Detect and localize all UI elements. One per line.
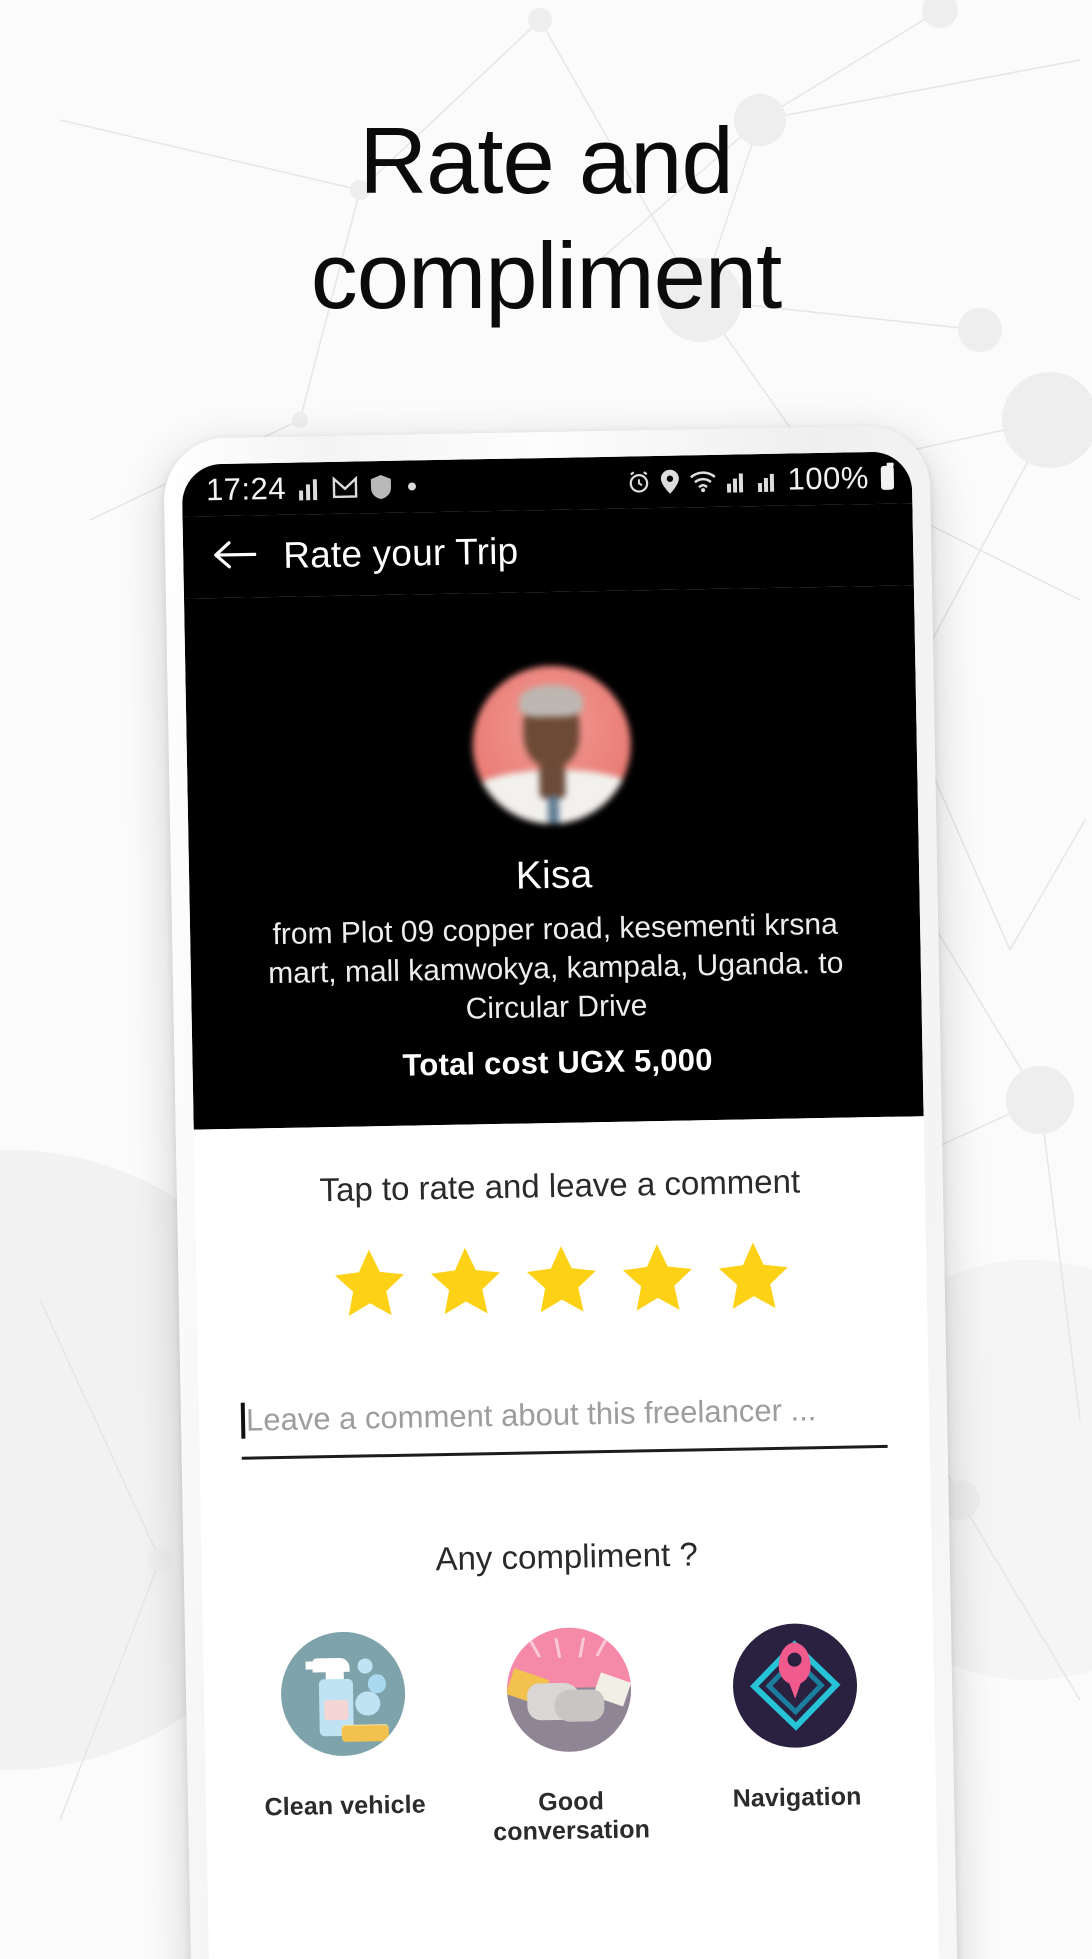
location-pin-icon	[659, 469, 679, 495]
driver-name: Kisa	[515, 853, 593, 898]
battery-percent-label: 100%	[787, 460, 870, 497]
alarm-icon	[626, 470, 650, 494]
compliment-label: Clean vehicle	[264, 1790, 426, 1822]
compliment-label: Good conversation	[492, 1787, 651, 1847]
avatar	[471, 664, 633, 826]
compliment-section-title: Any compliment ?	[435, 1535, 699, 1578]
map-pin-icon	[731, 1622, 859, 1749]
comment-field-row[interactable]	[240, 1390, 888, 1460]
spray-bottle-icon	[279, 1630, 407, 1758]
star-3[interactable]	[522, 1240, 601, 1319]
shield-icon	[370, 474, 392, 500]
trip-summary-panel: Kisa from Plot 09 copper road, kesementi…	[183, 585, 924, 1130]
star-rating[interactable]	[196, 1234, 927, 1325]
headline-line-2: compliment	[310, 222, 783, 328]
status-bar-clock: 17:24	[205, 470, 287, 508]
star-1[interactable]	[330, 1244, 409, 1323]
dot-icon	[407, 482, 417, 491]
signal-bars-icon-3	[756, 468, 774, 493]
compliment-option-clean-vehicle[interactable]: Clean vehicle	[244, 1630, 443, 1823]
arrow-left-icon	[212, 537, 257, 577]
app-bar-title: Rate your Trip	[282, 530, 519, 576]
trip-total-cost: Total cost UGX 5,000	[402, 1042, 713, 1083]
compliment-options: Clean vehicle Good conversation Navigati…	[203, 1621, 937, 1852]
signal-bars-icon	[298, 476, 320, 501]
comment-input[interactable]	[245, 1390, 888, 1439]
signal-bars-icon-2	[725, 468, 747, 493]
star-5[interactable]	[714, 1237, 793, 1316]
back-button[interactable]	[201, 523, 268, 590]
headline-line-1: Rate and	[359, 108, 734, 213]
star-4[interactable]	[618, 1238, 697, 1317]
rate-prompt-label: Tap to rate and leave a comment	[319, 1162, 801, 1209]
compliment-label: Navigation	[732, 1782, 862, 1813]
text-cursor	[240, 1402, 246, 1439]
compliment-option-navigation[interactable]: Navigation	[696, 1622, 895, 1815]
app-bar: Rate your Trip	[182, 503, 914, 599]
page-title: Rate and compliment	[0, 104, 1092, 333]
gmail-icon	[332, 475, 358, 499]
phone-screen: 17:24 100% Rate your Trip Kisa from Plot…	[181, 451, 940, 1959]
phone-mockup: 17:24 100% Rate your Trip Kisa from Plot…	[163, 424, 958, 1959]
trip-route-text: from Plot 09 copper road, kesementi krsn…	[267, 907, 844, 1026]
compliment-option-good-conversation[interactable]: Good conversation	[470, 1626, 670, 1848]
handshake-icon	[505, 1626, 633, 1753]
promo-screenshot-page: Rate and compliment 17:24 100% Rate your…	[0, 0, 1092, 1959]
wifi-icon	[688, 469, 716, 494]
star-2[interactable]	[426, 1242, 505, 1321]
battery-icon	[880, 465, 895, 490]
rating-section: Tap to rate and leave a comment Leave a …	[193, 1116, 937, 1853]
